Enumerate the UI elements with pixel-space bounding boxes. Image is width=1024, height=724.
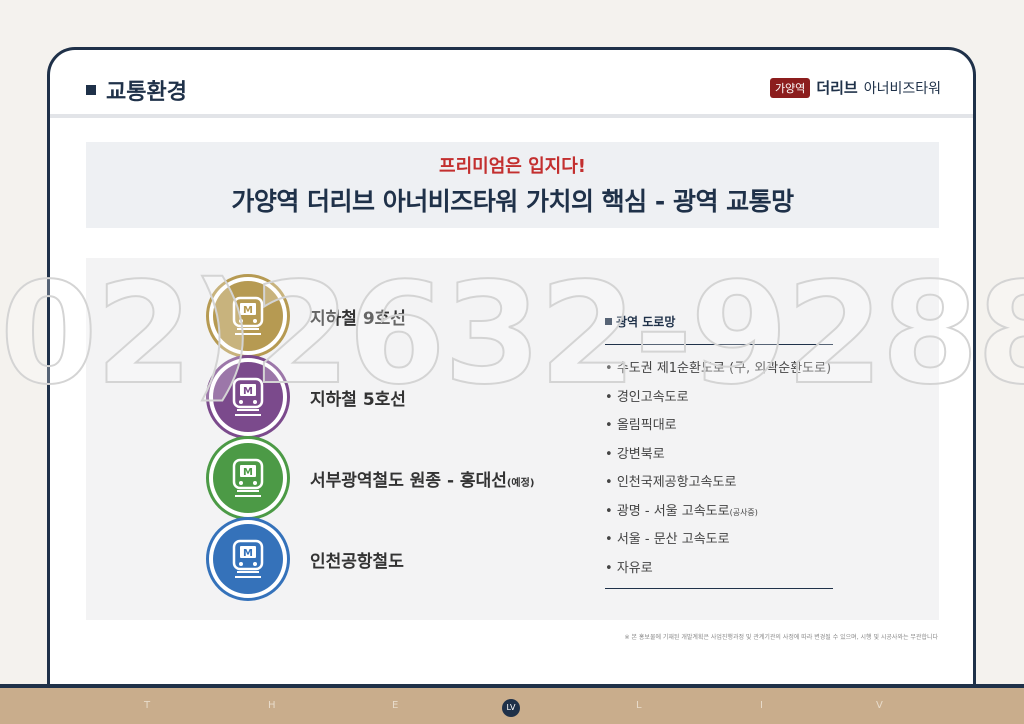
footer-letter: L xyxy=(636,700,642,711)
road-name: 올림픽대로 xyxy=(616,418,677,433)
subway-train-icon: M xyxy=(213,524,283,594)
subway-line-name: 인천공항철도 xyxy=(310,551,404,572)
subway-train-icon: M xyxy=(213,281,283,351)
svg-text:M: M xyxy=(243,467,253,478)
footer-letter: T xyxy=(144,700,151,711)
banner-subtitle: 프리미엄은 입지다! xyxy=(439,156,586,177)
road-network-title-text: 광역 도로망 xyxy=(616,315,676,329)
road-name: 경인고속도로 xyxy=(616,389,689,405)
road-list-item: 광명 - 서울 고속도로(공사중) xyxy=(605,502,833,531)
svg-text:M: M xyxy=(243,548,253,559)
disclaimer: ※ 본 홍보물에 기재된 개발계획은 사업진행과정 및 관계기관의 사정에 따라… xyxy=(624,634,938,641)
line-badge: M xyxy=(206,517,290,601)
headline-banner: 프리미엄은 입지다! 가양역 더리브 아너비즈타워 가치의 핵심 - 광역 교통… xyxy=(86,142,939,228)
brand-logo-icon: LV xyxy=(502,699,520,717)
subway-line-name: 지하철 9호선 xyxy=(310,308,406,329)
road-name: 자유로 xyxy=(616,560,653,576)
subway-line-label: 지하철 9호선 xyxy=(310,304,406,329)
square-bullet-icon xyxy=(86,85,96,95)
brand-name: 더리브 xyxy=(816,79,858,97)
road-list-item: 서울 - 문산 고속도로 xyxy=(605,530,833,559)
road-list-item: 강변북로 xyxy=(605,445,833,474)
road-network-title: 광역 도로망 xyxy=(605,313,833,330)
road-name: 인천국제공항고속도로 xyxy=(616,475,737,490)
road-network-section: 광역 도로망 수도권 제1순환도로 (구, 외곽순환도로) 경인고속도로올림픽대로… xyxy=(605,313,833,587)
road-list: 수도권 제1순환도로 (구, 외곽순환도로) 경인고속도로올림픽대로강변북로인천국… xyxy=(605,359,833,587)
subway-line-label: 지하철 5호선 xyxy=(310,385,406,410)
road-name: 광명 - 서울 고속도로 xyxy=(616,503,730,519)
section-title: 교통환경 xyxy=(86,74,187,106)
road-name: 수도권 제1순환도로 (구, 외곽순환도로) xyxy=(616,361,832,376)
brand-badge: 가양역 xyxy=(769,77,811,98)
subway-line-item: M 서부광역철도 원종 - 홍대선(예정) xyxy=(206,436,534,520)
road-note: (공사중) xyxy=(729,507,758,517)
subway-line-item: M 인천공항철도 xyxy=(206,517,404,601)
subway-line-note: (예정) xyxy=(506,477,535,489)
banner-title: 가양역 더리브 아너비즈타워 가치의 핵심 - 광역 교통망 xyxy=(231,187,794,216)
road-list-item: 올림픽대로 xyxy=(605,416,833,445)
subway-line-label: 서부광역철도 원종 - 홍대선(예정) xyxy=(310,466,534,491)
brand-logo: 가양역 더리브 아너비즈타워 xyxy=(769,77,941,98)
content-card: 교통환경 가양역 더리브 아너비즈타워 프리미엄은 입지다! 가양역 더리브 아… xyxy=(47,47,976,707)
road-bottom-rule xyxy=(605,588,833,589)
road-name: 강변북로 xyxy=(616,446,665,462)
footer-letter: E xyxy=(392,700,399,711)
road-title-rule xyxy=(605,344,833,345)
subway-line-name: 서부광역철도 원종 - 홍대선 xyxy=(310,470,507,491)
footer-letter: H xyxy=(268,700,276,711)
brand-rest: 아너비즈타워 xyxy=(863,80,941,97)
subway-line-name: 지하철 5호선 xyxy=(310,389,406,410)
section-title-text: 교통환경 xyxy=(106,80,187,105)
subway-line-item: M 지하철 9호선 xyxy=(206,274,406,358)
subway-train-icon: M xyxy=(213,443,283,513)
road-list-item: 수도권 제1순환도로 (구, 외곽순환도로) xyxy=(605,359,833,388)
line-badge: M xyxy=(206,355,290,439)
svg-text:M: M xyxy=(243,386,253,397)
subway-line-label: 인천공항철도 xyxy=(310,547,404,572)
line-badge: M xyxy=(206,274,290,358)
subway-line-item: M 지하철 5호선 xyxy=(206,355,406,439)
square-bullet-icon xyxy=(605,318,612,325)
subway-train-icon: M xyxy=(213,362,283,432)
road-list-item: 자유로 xyxy=(605,559,833,588)
footer-letter: I xyxy=(760,700,763,711)
road-name: 서울 - 문산 고속도로 xyxy=(616,532,730,547)
footer-rule xyxy=(0,684,1024,688)
road-list-item: 경인고속도로 xyxy=(605,388,833,417)
line-badge: M xyxy=(206,436,290,520)
header-divider xyxy=(50,114,973,118)
svg-text:M: M xyxy=(243,305,253,316)
road-list-item: 인천국제공항고속도로 xyxy=(605,473,833,502)
footer-letter: V xyxy=(876,700,883,711)
